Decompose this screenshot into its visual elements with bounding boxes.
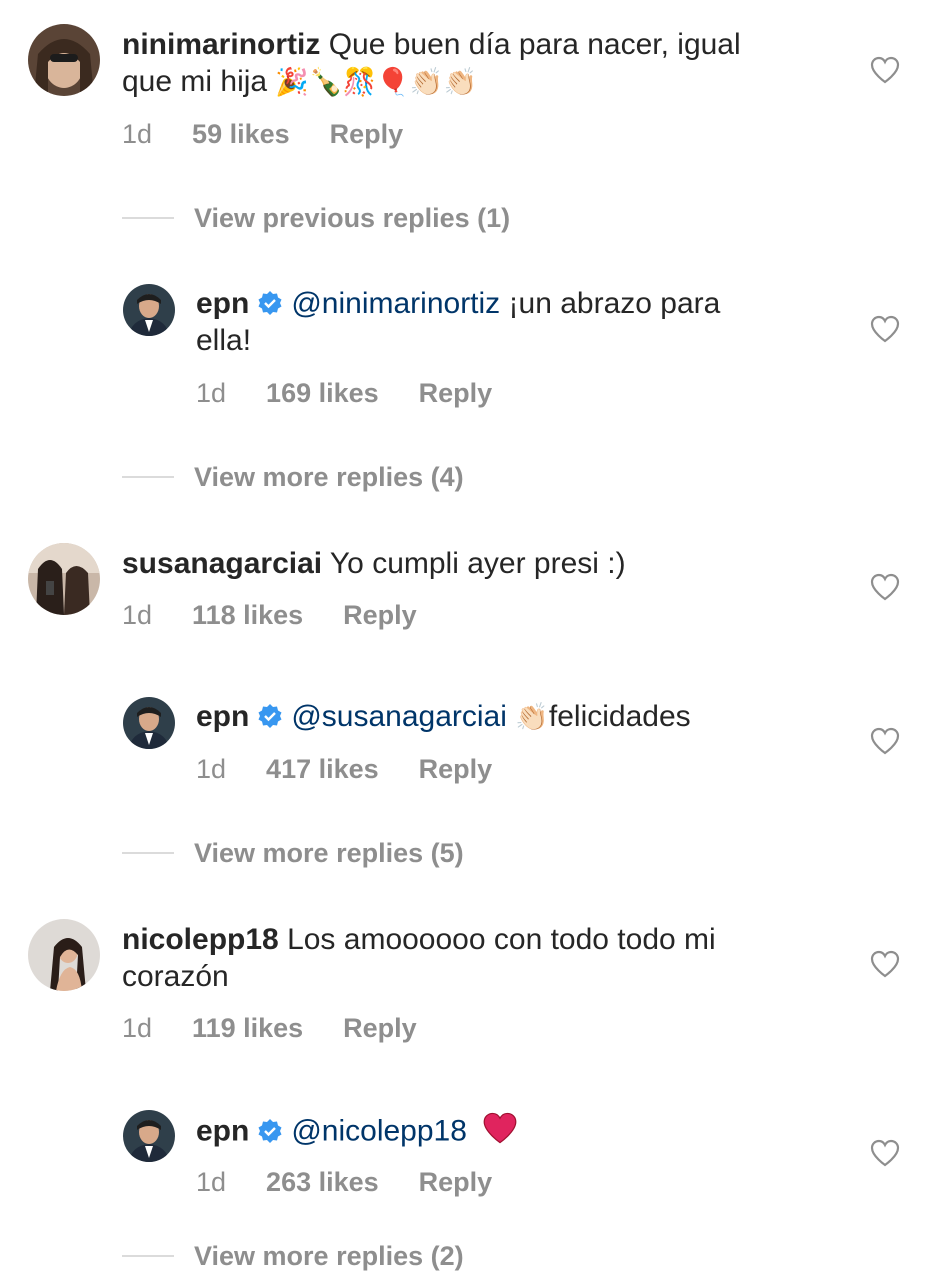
comment-text: Los amoooooo con todo todo mi [287, 923, 716, 956]
heart-outline-icon[interactable] [870, 1139, 900, 1167]
heart-outline-icon[interactable] [870, 727, 900, 755]
timestamp: 1d [122, 1012, 153, 1043]
reply-button[interactable]: Reply [343, 600, 417, 631]
divider [122, 476, 174, 478]
avatar[interactable] [28, 24, 100, 96]
clapping-hands-emoji: 👏🏻 [515, 702, 549, 733]
reply-text: ella! [196, 324, 252, 357]
reply-body: epn @nicolepp18 [196, 1111, 836, 1154]
reply-text: ¡un abrazo para [508, 287, 721, 320]
comment-meta: 1d 118 likes Reply [122, 595, 417, 635]
comment-body: nicolepp18 Los amoooooo con todo todo mi… [122, 921, 842, 995]
red-heart-icon [483, 1112, 517, 1144]
reply-button[interactable]: Reply [419, 378, 493, 409]
avatar[interactable] [28, 543, 100, 615]
reply-button[interactable]: Reply [330, 119, 404, 150]
view-replies-button[interactable]: View previous replies (1) [122, 198, 510, 238]
comment-text: Que buen día para nacer, igual [328, 28, 741, 61]
likes-count[interactable]: 417 likes [266, 754, 379, 785]
likes-count[interactable]: 263 likes [266, 1167, 379, 1198]
reply-username[interactable]: epn [196, 700, 249, 733]
view-replies-label: View more replies (5) [194, 837, 464, 868]
comment-body: susanagarciai Yo cumpli ayer presi :) [122, 545, 842, 582]
heart-outline-icon[interactable] [870, 950, 900, 978]
view-more-replies-button[interactable]: View more replies (2) [122, 1236, 464, 1276]
timestamp: 1d [122, 118, 153, 149]
mention-link[interactable]: @nicolepp18 [291, 1114, 467, 1147]
likes-count[interactable]: 59 likes [192, 119, 290, 150]
view-replies-label: View more replies (2) [194, 1240, 464, 1271]
timestamp: 1d [196, 377, 227, 408]
heart-outline-icon[interactable] [870, 315, 900, 343]
reply-body: epn @ninimarinortiz ¡un abrazo para ella! [196, 285, 836, 359]
comment-text: corazón [122, 960, 229, 993]
comment-username[interactable]: ninimarinortiz [122, 28, 320, 61]
verified-badge-icon [258, 1118, 282, 1143]
emoji-sequence: 🎉🍾🎊🎈👏🏻👏🏻 [275, 67, 478, 98]
timestamp: 1d [122, 599, 153, 630]
comment-body: ninimarinortiz Que buen día para nacer, … [122, 26, 842, 101]
likes-count[interactable]: 118 likes [192, 600, 303, 631]
avatar[interactable] [123, 697, 175, 749]
comment-meta: 1d 119 likes Reply [122, 1008, 417, 1048]
avatar[interactable] [123, 284, 175, 336]
reply-button[interactable]: Reply [343, 1013, 417, 1044]
avatar[interactable] [123, 1110, 175, 1162]
reply-meta: 1d 169 likes Reply [196, 373, 492, 413]
reply-meta: 1d 263 likes Reply [196, 1162, 492, 1202]
reply-button[interactable]: Reply [419, 754, 493, 785]
likes-count[interactable]: 169 likes [266, 378, 379, 409]
comment-text: Yo cumpli ayer presi :) [329, 547, 626, 580]
comment-username[interactable]: nicolepp18 [122, 923, 279, 956]
verified-badge-icon [258, 291, 282, 316]
reply-body: epn @susanagarciai 👏🏻felicidades [196, 698, 836, 736]
divider [122, 217, 174, 219]
reply-username[interactable]: epn [196, 287, 249, 320]
timestamp: 1d [196, 1166, 227, 1197]
mention-link[interactable]: @susanagarciai [291, 700, 507, 733]
heart-outline-icon[interactable] [870, 573, 900, 601]
likes-count[interactable]: 119 likes [192, 1013, 303, 1044]
verified-badge-icon [258, 704, 282, 729]
reply-text: felicidades [548, 700, 691, 733]
view-more-replies-button[interactable]: View more replies (4) [122, 457, 464, 497]
timestamp: 1d [196, 753, 227, 784]
divider [122, 852, 174, 854]
heart-outline-icon[interactable] [870, 56, 900, 84]
view-replies-label: View more replies (4) [194, 461, 464, 492]
comment-meta: 1d 59 likes Reply [122, 114, 403, 154]
avatar[interactable] [28, 919, 100, 991]
comment-username[interactable]: susanagarciai [122, 547, 322, 580]
reply-meta: 1d 417 likes Reply [196, 749, 492, 789]
view-more-replies-button[interactable]: View more replies (5) [122, 833, 464, 873]
divider [122, 1255, 174, 1257]
view-replies-label: View previous replies (1) [194, 202, 511, 233]
red-heart-emoji [481, 1111, 519, 1154]
reply-button[interactable]: Reply [419, 1167, 493, 1198]
comment-text: que mi hija [122, 65, 268, 98]
reply-username[interactable]: epn [196, 1114, 249, 1147]
mention-link[interactable]: @ninimarinortiz [291, 287, 500, 320]
